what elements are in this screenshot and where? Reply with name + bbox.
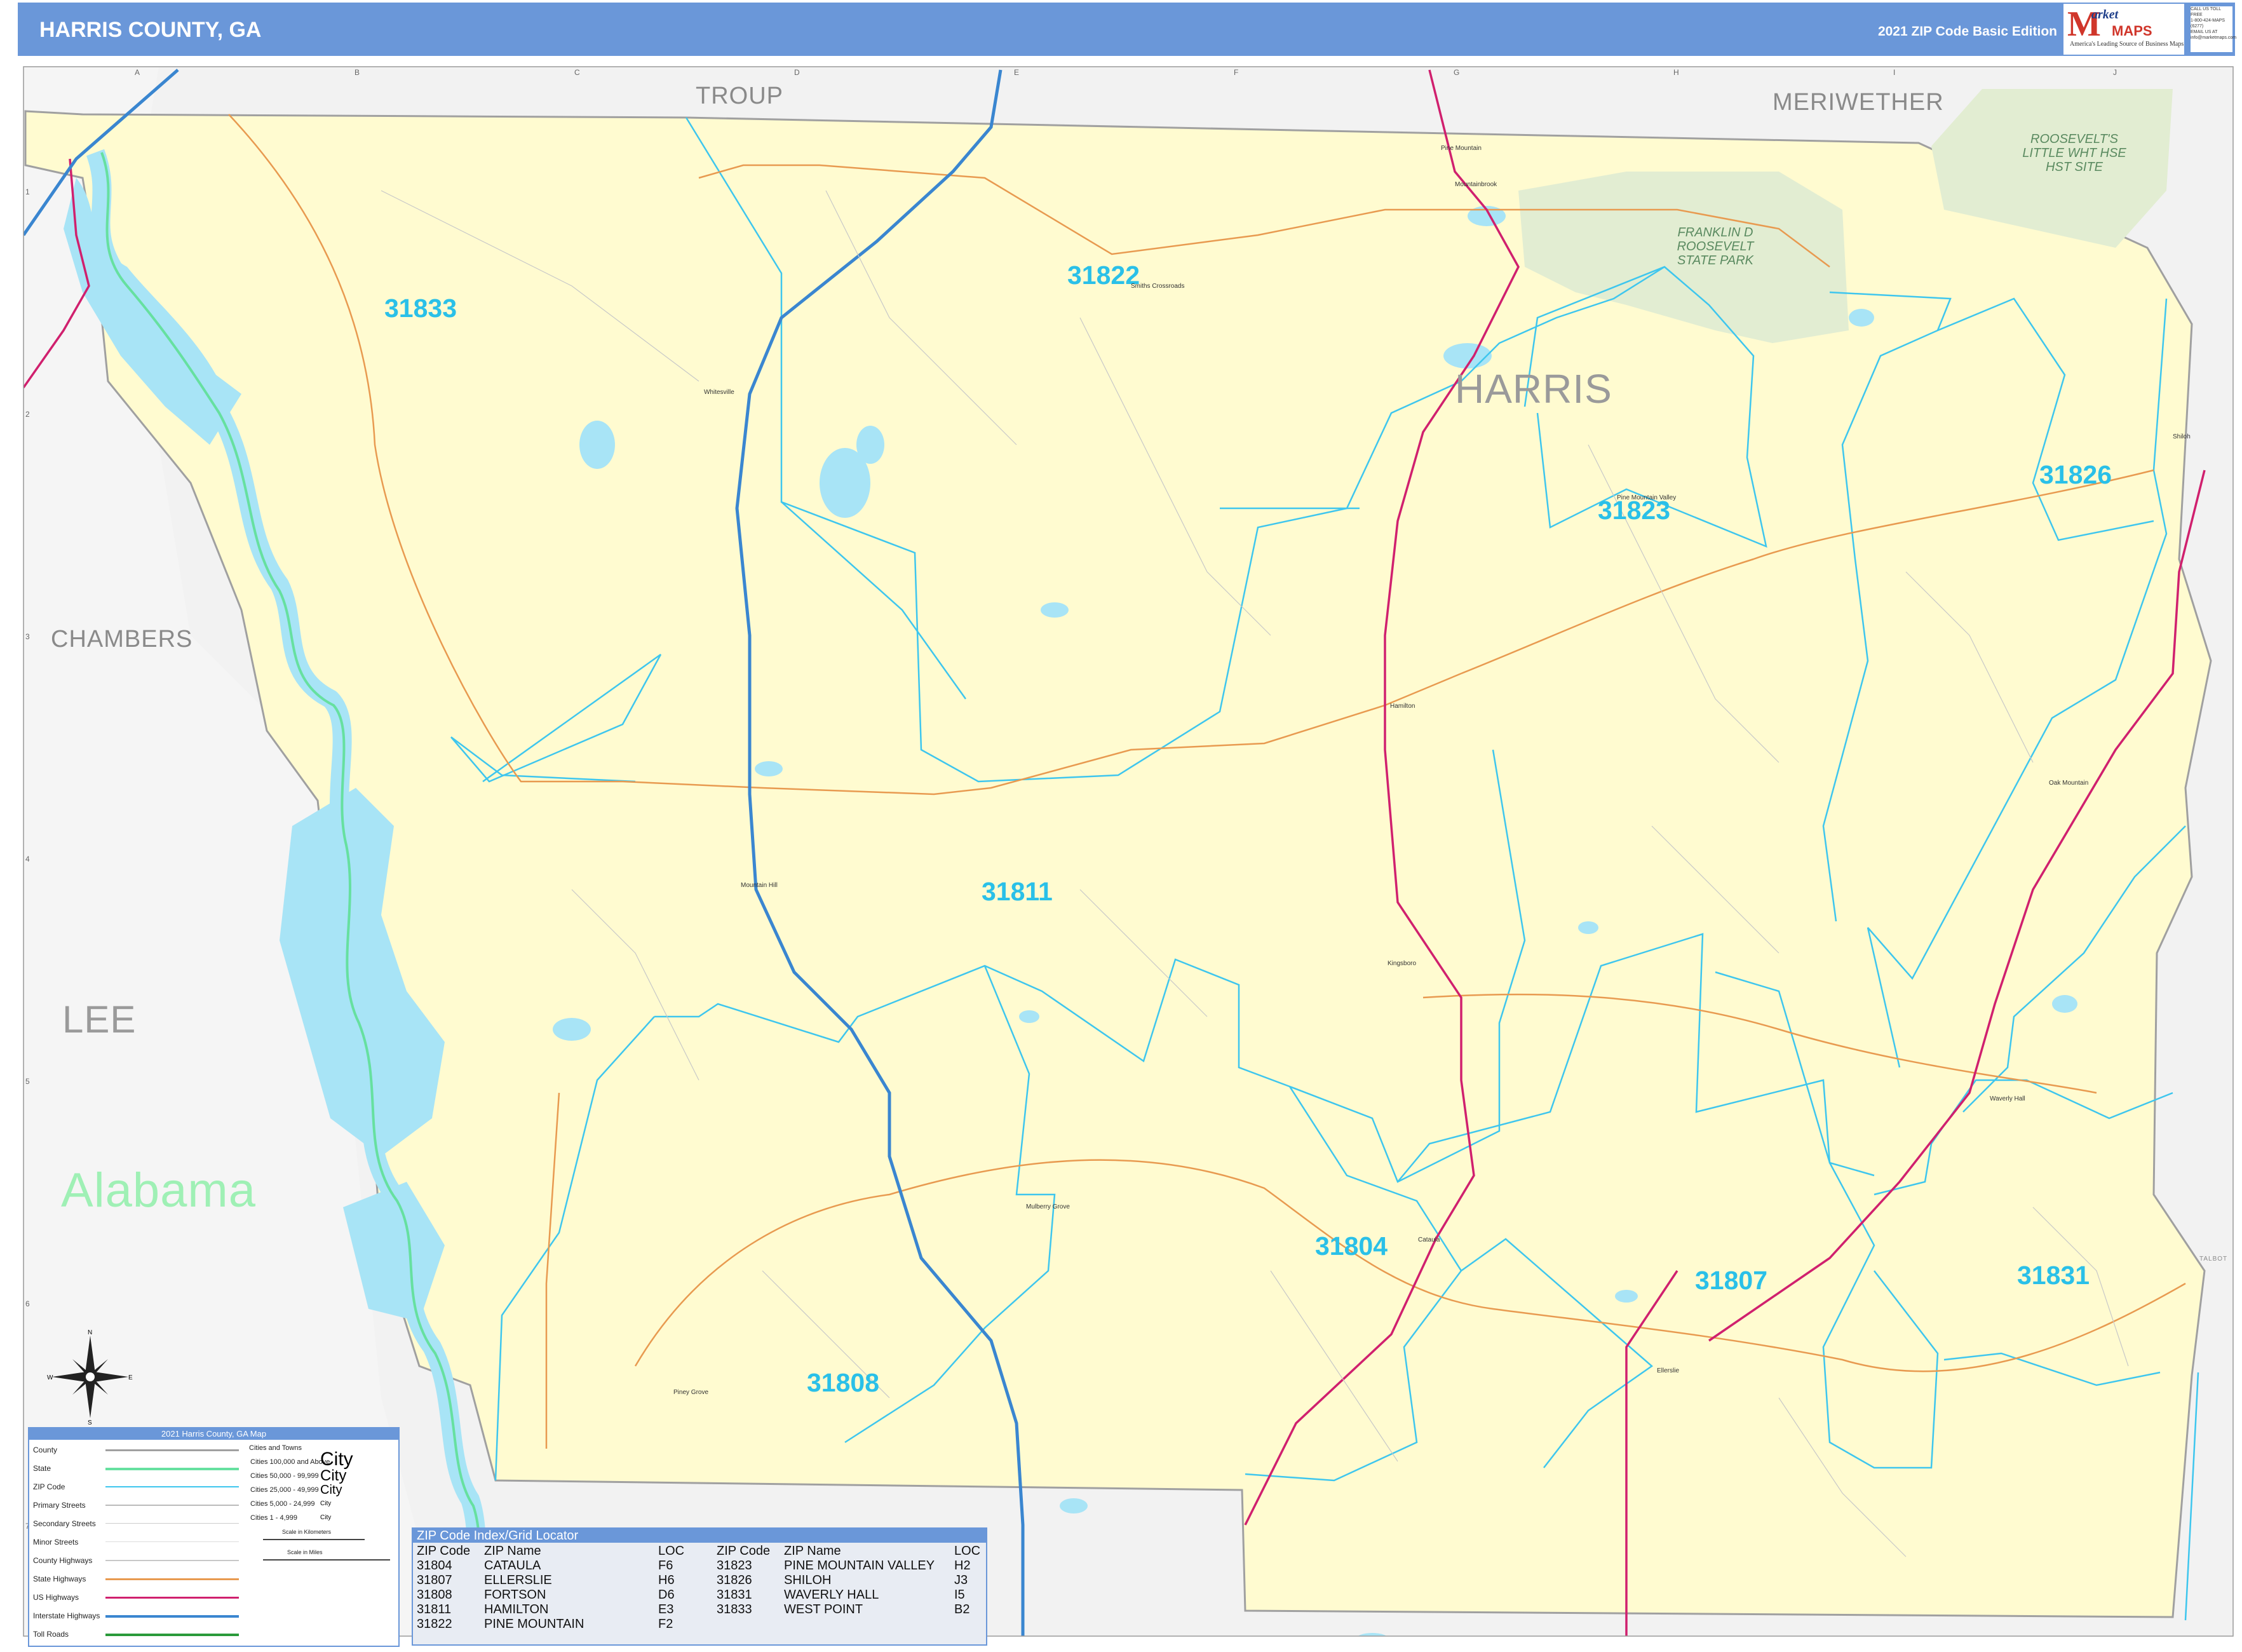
legend-item-minor: Minor Streets	[29, 1533, 239, 1552]
park-label-fdr: FRANKLIN D ROOSEVELT STATE PARK	[1677, 226, 1754, 267]
town-label-cataula: Cataula	[1418, 1236, 1440, 1243]
legend-scale-km: Scale in Kilometers	[282, 1529, 332, 1535]
town-label-whitesville: Whitesville	[704, 389, 734, 396]
grid-col-f: F	[1234, 68, 1239, 77]
map-canvas[interactable]	[0, 0, 2242, 1652]
legend-cities: Cities and Towns Cities 100,000 and Abov…	[219, 1441, 396, 1566]
county-label-meriwether: MERIWETHER	[1773, 89, 1944, 116]
zip-index-right-codes: ZIP Code 31823 31826 31831 31833	[717, 1544, 771, 1616]
grid-row-2: 2	[25, 410, 30, 419]
town-label-pine-mountain-valley: Pine Mountain Valley	[1617, 494, 1677, 501]
town-label-piney-grove: Piney Grove	[673, 1389, 709, 1396]
grid-col-c: C	[574, 68, 580, 77]
zip-index-title: ZIP Code Index/Grid Locator	[413, 1529, 986, 1543]
legend-line-types: County State ZIP Code Primary Streets Se…	[29, 1441, 239, 1644]
zip-label-31804: 31804	[1315, 1231, 1388, 1261]
legend-item-us-hwy: US Highways	[29, 1588, 239, 1607]
town-label-mountain-hill: Mountain Hill	[741, 882, 778, 889]
legend-item-toll: Toll Roads	[29, 1625, 239, 1644]
legend-item-primary: Primary Streets	[29, 1496, 239, 1515]
legend-city-4: Cities 5,000 - 24,999 City	[250, 1500, 332, 1508]
zip-code-index: ZIP Code Index/Grid Locator ZIP Code 318…	[412, 1527, 987, 1646]
grid-col-j: J	[2113, 68, 2117, 77]
town-label-shiloh: Shiloh	[2173, 433, 2191, 440]
zip-label-31808: 31808	[807, 1368, 880, 1397]
zip-index-left-names: ZIP Name CATAULA ELLERSLIE FORTSON HAMIL…	[484, 1544, 584, 1631]
county-label-talbot: TALBOT	[2199, 1256, 2228, 1263]
legend-item-state-hwy: State Highways	[29, 1570, 239, 1588]
town-label-oak-mountain: Oak Mountain	[2049, 780, 2089, 787]
zip-label-31811: 31811	[982, 877, 1053, 906]
scale-bar-mi	[263, 1559, 390, 1566]
grid-row-4: 4	[25, 855, 30, 863]
town-label-waverly-hall: Waverly Hall	[1990, 1095, 2025, 1102]
town-label-ellerslie: Ellerslie	[1657, 1367, 1680, 1374]
compass-rose-icon: N S W E	[47, 1329, 133, 1425]
scale-bar-km	[263, 1539, 365, 1545]
legend-city-3: Cities 25,000 - 49,999 City	[250, 1483, 342, 1497]
svg-text:E: E	[128, 1374, 133, 1381]
zip-index-right-locs: LOC H2 J3 I5 B2	[954, 1544, 981, 1616]
legend-title: 2021 Harris County, GA Map	[29, 1428, 398, 1440]
town-label-kingsboro: Kingsboro	[1388, 960, 1417, 967]
town-label-hamilton: Hamilton	[1390, 703, 1415, 710]
grid-col-h: H	[1673, 68, 1679, 77]
county-label-lee: LEE	[62, 998, 137, 1041]
legend-item-county: County	[29, 1441, 239, 1459]
county-label-troup: TROUP	[696, 83, 783, 109]
legend-cities-header: Cities and Towns	[249, 1444, 302, 1452]
legend-city-2: Cities 50,000 - 99,999 City	[250, 1467, 347, 1484]
zip-index-right-names: ZIP Name PINE MOUNTAIN VALLEY SHILOH WAV…	[784, 1544, 935, 1616]
grid-col-d: D	[794, 68, 800, 77]
svg-text:N: N	[88, 1329, 92, 1336]
legend-city-5: Cities 1 - 4,999 City	[250, 1514, 332, 1522]
zip-index-left-locs: LOC F6 H6 D6 E3 F2	[658, 1544, 685, 1631]
zip-label-31831: 31831	[2017, 1261, 2090, 1290]
grid-col-i: I	[1893, 68, 1896, 77]
grid-row-5: 5	[25, 1077, 30, 1086]
zip-label-31807: 31807	[1695, 1266, 1768, 1295]
legend-item-state: State	[29, 1459, 239, 1478]
grid-col-g: G	[1454, 68, 1460, 77]
grid-col-b: B	[355, 68, 360, 77]
zip-label-31822: 31822	[1067, 261, 1140, 290]
grid-col-e: E	[1014, 68, 1020, 77]
park-label-little-white-house: ROOSEVELT'S LITTLE WHT HSE HST SITE	[2022, 132, 2126, 174]
legend-city-1: Cities 100,000 and Above City	[250, 1449, 353, 1470]
map-legend: 2021 Harris County, GA Map County State …	[28, 1427, 400, 1647]
zip-label-31826: 31826	[2039, 460, 2112, 489]
legend-item-zip: ZIP Code	[29, 1478, 239, 1496]
grid-row-3: 3	[25, 632, 30, 641]
zip-index-left-codes: ZIP Code 31804 31807 31808 31811 31822	[417, 1544, 471, 1631]
legend-item-county-hwy: County Highways	[29, 1552, 239, 1570]
town-label-mountainbrook: Mountainbrook	[1455, 181, 1497, 188]
legend-scale-mi: Scale in Miles	[287, 1549, 323, 1555]
svg-text:S: S	[88, 1419, 92, 1425]
zip-label-31833: 31833	[384, 294, 457, 323]
county-label-chambers: CHAMBERS	[51, 626, 193, 653]
svg-text:W: W	[47, 1374, 53, 1381]
legend-item-interstate: Interstate Highways	[29, 1607, 239, 1625]
legend-item-secondary: Secondary Streets	[29, 1515, 239, 1533]
grid-row-6: 6	[25, 1299, 30, 1308]
grid-col-a: A	[135, 68, 140, 77]
state-label-alabama: Alabama	[61, 1163, 256, 1217]
town-label-smiths-crossroads: Smiths Crossroads	[1131, 283, 1185, 290]
town-label-pine-mountain: Pine Mountain	[1441, 145, 1482, 152]
town-label-mulberry-grove: Mulberry Grove	[1026, 1203, 1070, 1210]
county-label-harris: HARRIS	[1455, 366, 1612, 412]
grid-row-1: 1	[25, 187, 30, 196]
